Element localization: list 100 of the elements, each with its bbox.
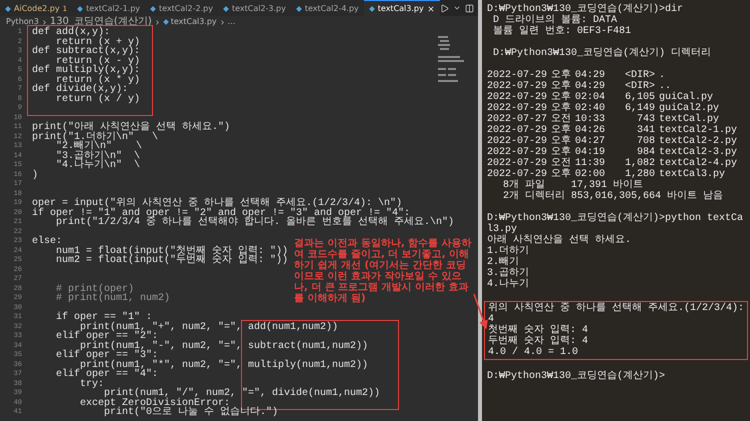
file-size: <DIR> [624, 81, 655, 92]
file-time: 04:27 [575, 136, 606, 147]
code-comment: # print(num1, num2) [55, 294, 170, 304]
code-line: oper = input("위의 사칙연산 중 하나를 선택해 주세요.(1/2/3/4): \n") [32, 199, 402, 208]
code-line: print("아래 사칙연산을 선택 하세요.") [32, 123, 230, 132]
file-time: 02:04 [575, 92, 606, 103]
file-date: 2022-07-29 [487, 158, 547, 169]
file-tab[interactable]: textCal2-2.py [145, 0, 218, 16]
file-period: 오후 [551, 103, 571, 114]
terminal-line: 3.곱하기 [487, 268, 530, 279]
file-date: 2022-07-27 [487, 114, 547, 125]
file-time: 04:29 [575, 70, 606, 81]
code-line: def add(x,y): [32, 28, 110, 38]
file-time: 02:00 [575, 169, 606, 180]
code-line: else: [32, 237, 62, 246]
code-line: print("0으로 나눌 수 없습니다.") [104, 408, 278, 418]
file-size: 984 [636, 147, 655, 158]
file-time: 04:19 [575, 147, 606, 158]
split-editor-icon[interactable] [464, 4, 474, 12]
code-line: return (x * y) [55, 76, 140, 85]
code-line: except ZeroDivisionError: [79, 398, 230, 408]
file-name: textCal2-1.py [659, 125, 738, 136]
terminal-line: 위의 사칙연산 중 하나를 선택해 주세요.(1/2/3/4): [488, 303, 744, 314]
code-line: elif oper == "4": [55, 370, 158, 380]
code-line: return (x - y) [55, 56, 140, 66]
file-size: 1,280 [624, 169, 655, 180]
terminal-line: 두번째 숫자 입력: 4 [488, 336, 590, 347]
file-name: textCal2-4.py [659, 158, 738, 169]
close-icon[interactable] [426, 4, 435, 12]
code-line: num2 = float(input("두번째 숫자 입력: ")) [55, 256, 288, 266]
file-size: 708 [636, 136, 655, 147]
summary-count: 2개 디렉터리 [503, 191, 565, 202]
terminal-line: 4.0 / 4.0 = 1.0 [488, 347, 580, 358]
code-line: print(num1, "*", num2, "=", multiply(num1,num2)) [80, 360, 368, 370]
file-date: 2022-07-29 [487, 81, 547, 92]
python-file-icon [368, 6, 375, 12]
breadcrumb-item[interactable]: ... [228, 16, 236, 28]
python-file-icon [77, 6, 84, 12]
run-icon[interactable] [440, 4, 449, 12]
file-date: 2022-07-29 [487, 169, 547, 180]
code-line: if oper == "1" : [55, 313, 152, 322]
chevron-right-icon [218, 18, 226, 26]
python-file-icon [296, 6, 302, 12]
file-period: 오후 [551, 147, 571, 158]
breadcrumb-item[interactable]: 130_코딩연습(계산기) [50, 16, 152, 28]
breadcrumb-item[interactable]: textCal3.py [170, 16, 217, 28]
file-period: 오후 [551, 70, 571, 81]
chevron-right-icon [154, 18, 161, 26]
python-file-icon [5, 6, 11, 12]
code-line: def multiply(x,y): [32, 66, 140, 76]
file-name: textCal2-3.py [659, 147, 738, 158]
summary-count: 8개 파일 [503, 180, 546, 191]
code-line: elif oper == "2": [55, 332, 158, 342]
code-line: print("1.더하기\n" \ [32, 132, 158, 142]
file-size: 6,105 [624, 92, 655, 103]
terminal-line: 볼륨 일련 번호: 0EF3-F481 [492, 26, 632, 37]
code-line: print("1/2/3/4 중 하나를 선택해야 합니다. 올바른 번호를 선택해 주세요.\n") [56, 218, 454, 228]
file-name: guiCal2.py [659, 103, 720, 114]
file-tab[interactable]: textCal3.py [364, 0, 440, 16]
file-size: 743 [636, 114, 655, 125]
code-line: "4.나누기\n" \ [55, 161, 140, 170]
file-period: 오전 [551, 114, 571, 125]
file-period: 오후 [551, 92, 571, 103]
python-file-icon [222, 6, 229, 12]
chevron-right-icon [40, 18, 48, 26]
python-file-icon [150, 6, 156, 12]
code-line: return (x / y) [55, 94, 140, 104]
terminal-line: 아래 사칙연산을 선택 하세요. [487, 235, 632, 246]
code-line: print(num1, "/", num2, "=", divide(num1,num2)) [104, 389, 380, 398]
code-line: try: [79, 380, 104, 389]
file-size: 341 [636, 125, 655, 136]
code-line: "3.곱하기\n" \ [55, 152, 140, 161]
file-name: textCal2-2.py [659, 136, 738, 147]
file-size: 6,149 [624, 103, 655, 114]
file-time: 02:40 [575, 103, 606, 114]
file-name: guiCal.py [659, 92, 714, 103]
file-tab[interactable]: textCal2-3.py [218, 0, 291, 16]
file-period: 오후 [551, 169, 571, 180]
file-date: 2022-07-29 [487, 92, 547, 103]
file-size: 1,082 [624, 158, 655, 169]
file-date: 2022-07-29 [487, 70, 547, 81]
python-file-icon [162, 19, 169, 25]
breadcrumb-item[interactable]: Python3 [6, 16, 39, 28]
file-tab[interactable]: textCal2-4.py [290, 0, 364, 16]
code-line: print(num1, "-", num2, "=", subtract(num1,num2)) [80, 342, 368, 351]
code-line: elif oper == "3": [55, 351, 158, 360]
file-period: 오전 [551, 158, 571, 169]
file-time: 04:26 [575, 125, 606, 136]
file-tab[interactable]: textCal2-1.py [72, 0, 146, 16]
chevron-down-icon[interactable] [452, 4, 461, 12]
file-size: <DIR> [624, 70, 655, 81]
terminal-line: 4 [488, 314, 494, 325]
file-time: 10:33 [575, 114, 606, 125]
file-date: 2022-07-29 [487, 136, 547, 147]
terminal-line: D:₩Python3₩130_코딩연습(계산기)>python textCal3.py [487, 213, 744, 235]
file-date: 2022-07-29 [487, 103, 547, 114]
file-date: 2022-07-29 [487, 147, 547, 158]
file-time: 11:39 [575, 158, 606, 169]
file-name: .. [659, 81, 672, 92]
terminal-line: 2.빼기 [487, 257, 520, 268]
